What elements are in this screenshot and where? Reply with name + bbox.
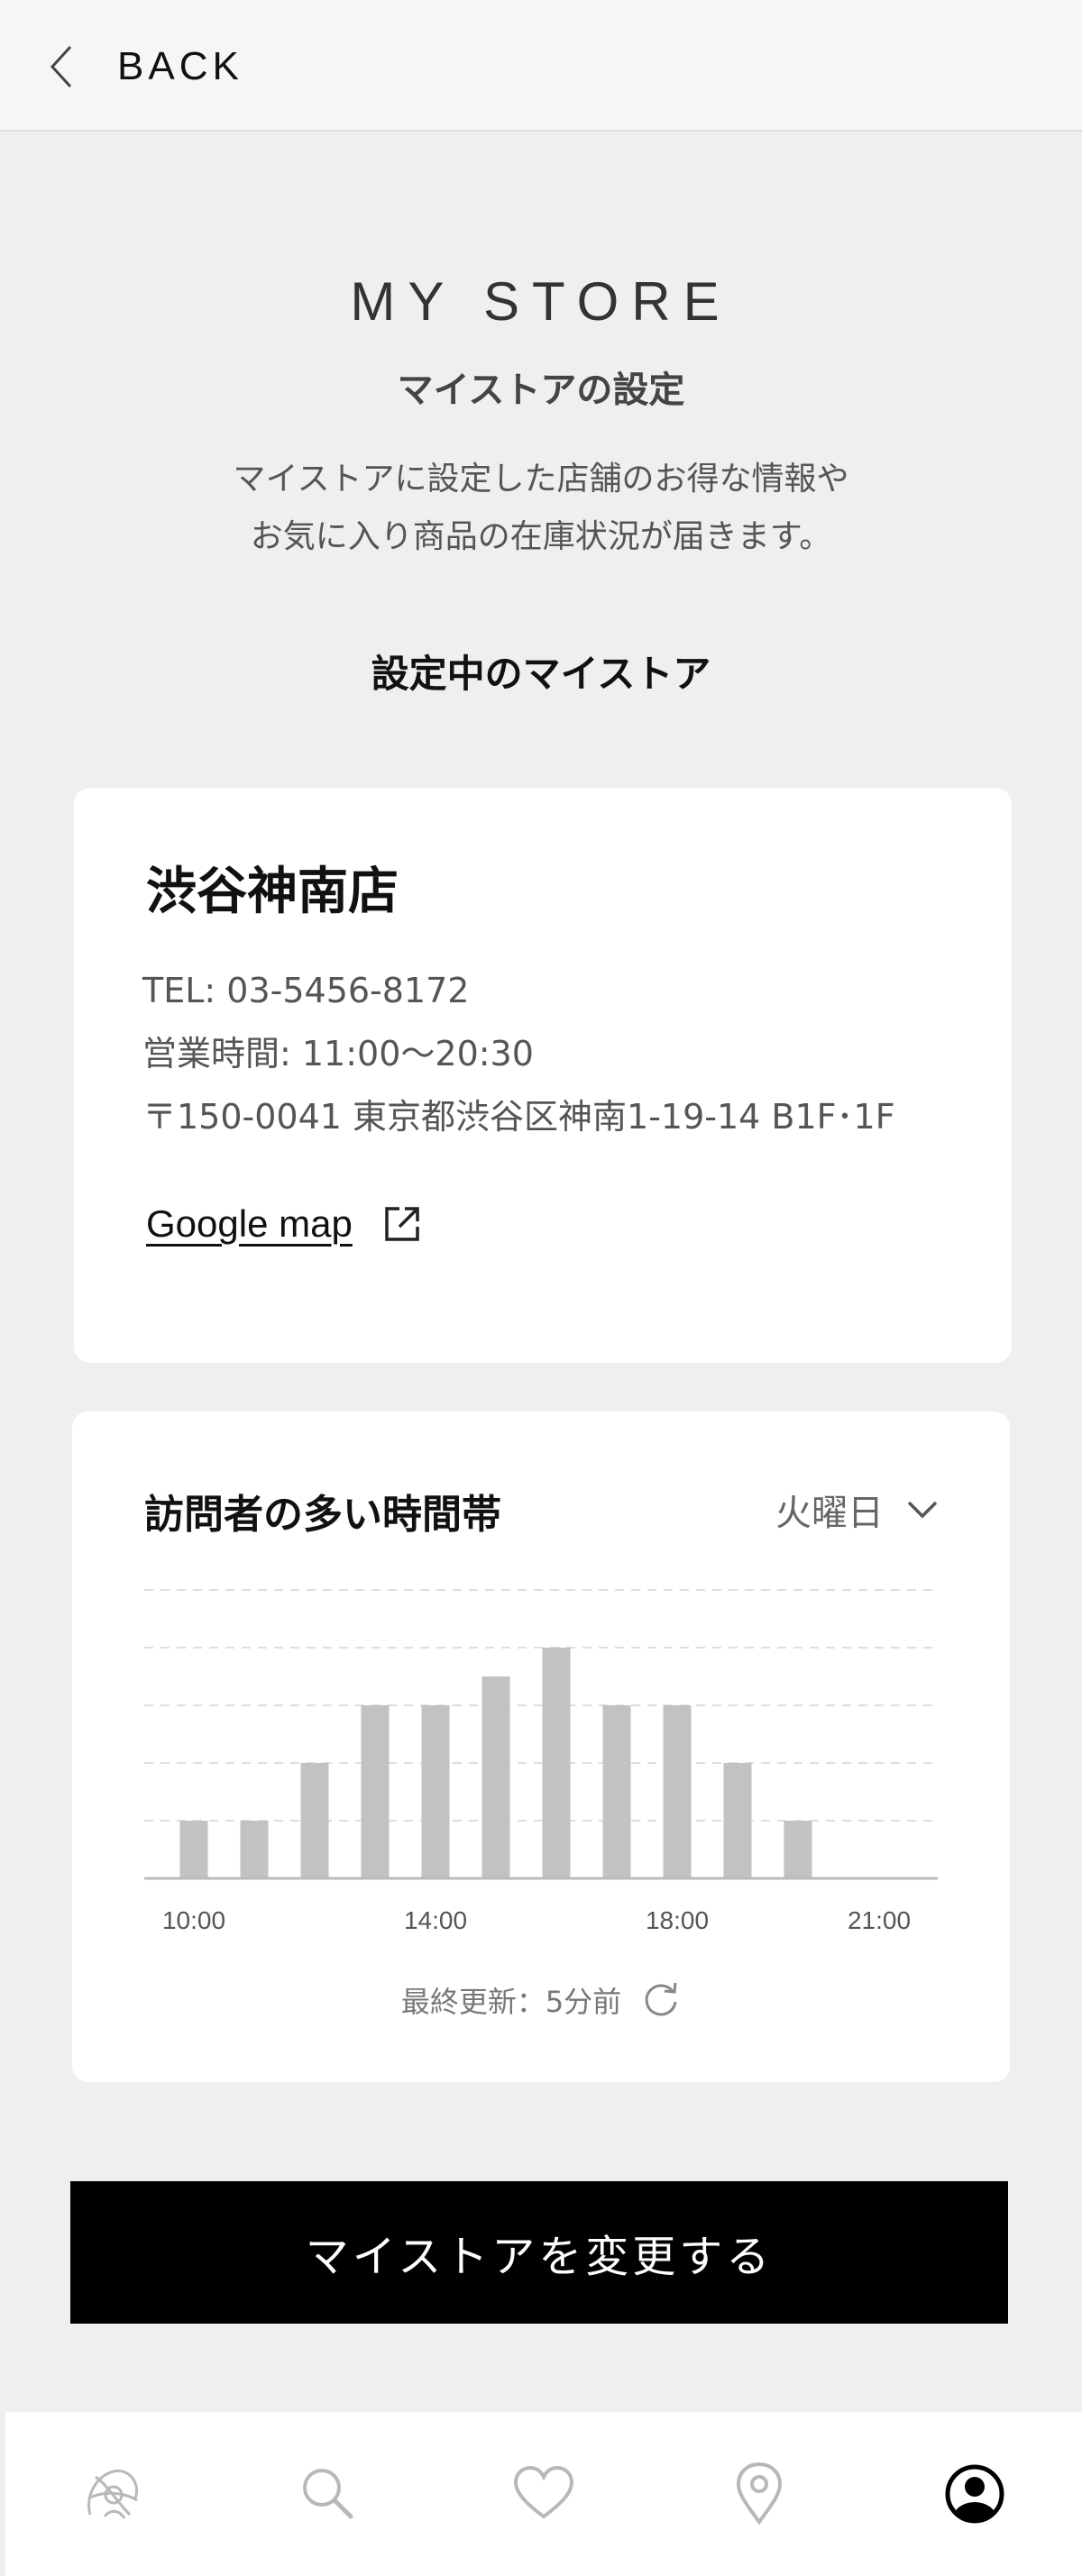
last-updated-label: 最終更新：5分前 <box>400 1985 622 2019</box>
store-tel: TEL: 03-5456-8172 <box>142 971 470 1010</box>
external-link-icon <box>385 1207 419 1241</box>
current-store-heading: 設定中のマイストア <box>371 652 711 696</box>
search-icon <box>303 2469 353 2519</box>
nav-stores[interactable] <box>651 2412 867 2576</box>
chart-x-tick-label: 18:00 <box>646 1906 709 1934</box>
chart-bar <box>421 1705 450 1878</box>
visitor-chart-card: 訪問者の多い時間帯 火曜日 10:00 14:00 18:00 21:00 最終更新：… <box>72 1411 1010 2082</box>
chart-x-tick-label: 10:00 <box>162 1906 225 1934</box>
monogram-logo-icon <box>87 2469 139 2519</box>
chart-bar <box>542 1648 571 1878</box>
store-name: 渋谷神南店 <box>146 863 399 921</box>
google-map-link[interactable]: Google map <box>146 1202 423 1246</box>
chart-bar <box>663 1705 692 1878</box>
chart-x-tick-label: 14:00 <box>404 1906 467 1934</box>
google-map-label: Google map <box>146 1202 353 1245</box>
heart-icon <box>513 2465 573 2519</box>
nav-home[interactable] <box>5 2412 221 2576</box>
refresh-icon[interactable] <box>641 1980 681 2020</box>
store-info: TEL: 03-5456-8172 営業時間: 11:00〜20:30 〒150… <box>142 959 895 1148</box>
back-label: BACK <box>117 44 243 88</box>
chart-bar <box>481 1676 510 1878</box>
page-description: マイストアに設定した店舗のお得な情報や お気に入り商品の在庫状況が届きます。 <box>0 451 1082 566</box>
chart-bar <box>179 1821 208 1878</box>
page-title: MY STORE <box>350 271 732 332</box>
description-line-2: お気に入り商品の在庫状況が届きます。 <box>250 518 832 555</box>
location-pin-icon <box>736 2462 782 2526</box>
chart-bar <box>361 1705 390 1878</box>
store-hours: 営業時間: 11:00〜20:30 <box>142 1034 534 1073</box>
chart-bar <box>602 1705 631 1878</box>
nav-search[interactable] <box>221 2412 436 2576</box>
page-subtitle: マイストアの設定 <box>397 370 685 411</box>
visitor-bar-chart: 10:00 14:00 18:00 21:00 <box>144 1589 938 1934</box>
back-button[interactable]: BACK <box>43 32 296 101</box>
store-card: 渋谷神南店 TEL: 03-5456-8172 営業時間: 11:00〜20:3… <box>74 788 1012 1363</box>
chart-bar <box>300 1763 329 1878</box>
chart-bar <box>723 1763 752 1878</box>
store-address: 〒150-0041 東京都渋谷区神南1-19-14 B1F･1F <box>142 1097 895 1137</box>
description-line-1: マイストアに設定した店舗のお得な情報や <box>233 461 849 498</box>
chart-x-tick-label: 21:00 <box>848 1906 911 1934</box>
chart-bar <box>240 1821 269 1878</box>
header-bar: BACK <box>0 0 1082 132</box>
bottom-nav <box>5 2412 1082 2576</box>
chevron-left-icon <box>50 45 72 88</box>
last-updated: 最終更新：5分前 <box>72 1979 1010 2021</box>
user-account-icon <box>945 2464 1004 2524</box>
nav-account[interactable] <box>867 2412 1082 2576</box>
chart-bar <box>784 1821 812 1878</box>
change-store-button[interactable]: マイストアを変更する <box>70 2181 1008 2324</box>
nav-favorites[interactable] <box>436 2412 652 2576</box>
